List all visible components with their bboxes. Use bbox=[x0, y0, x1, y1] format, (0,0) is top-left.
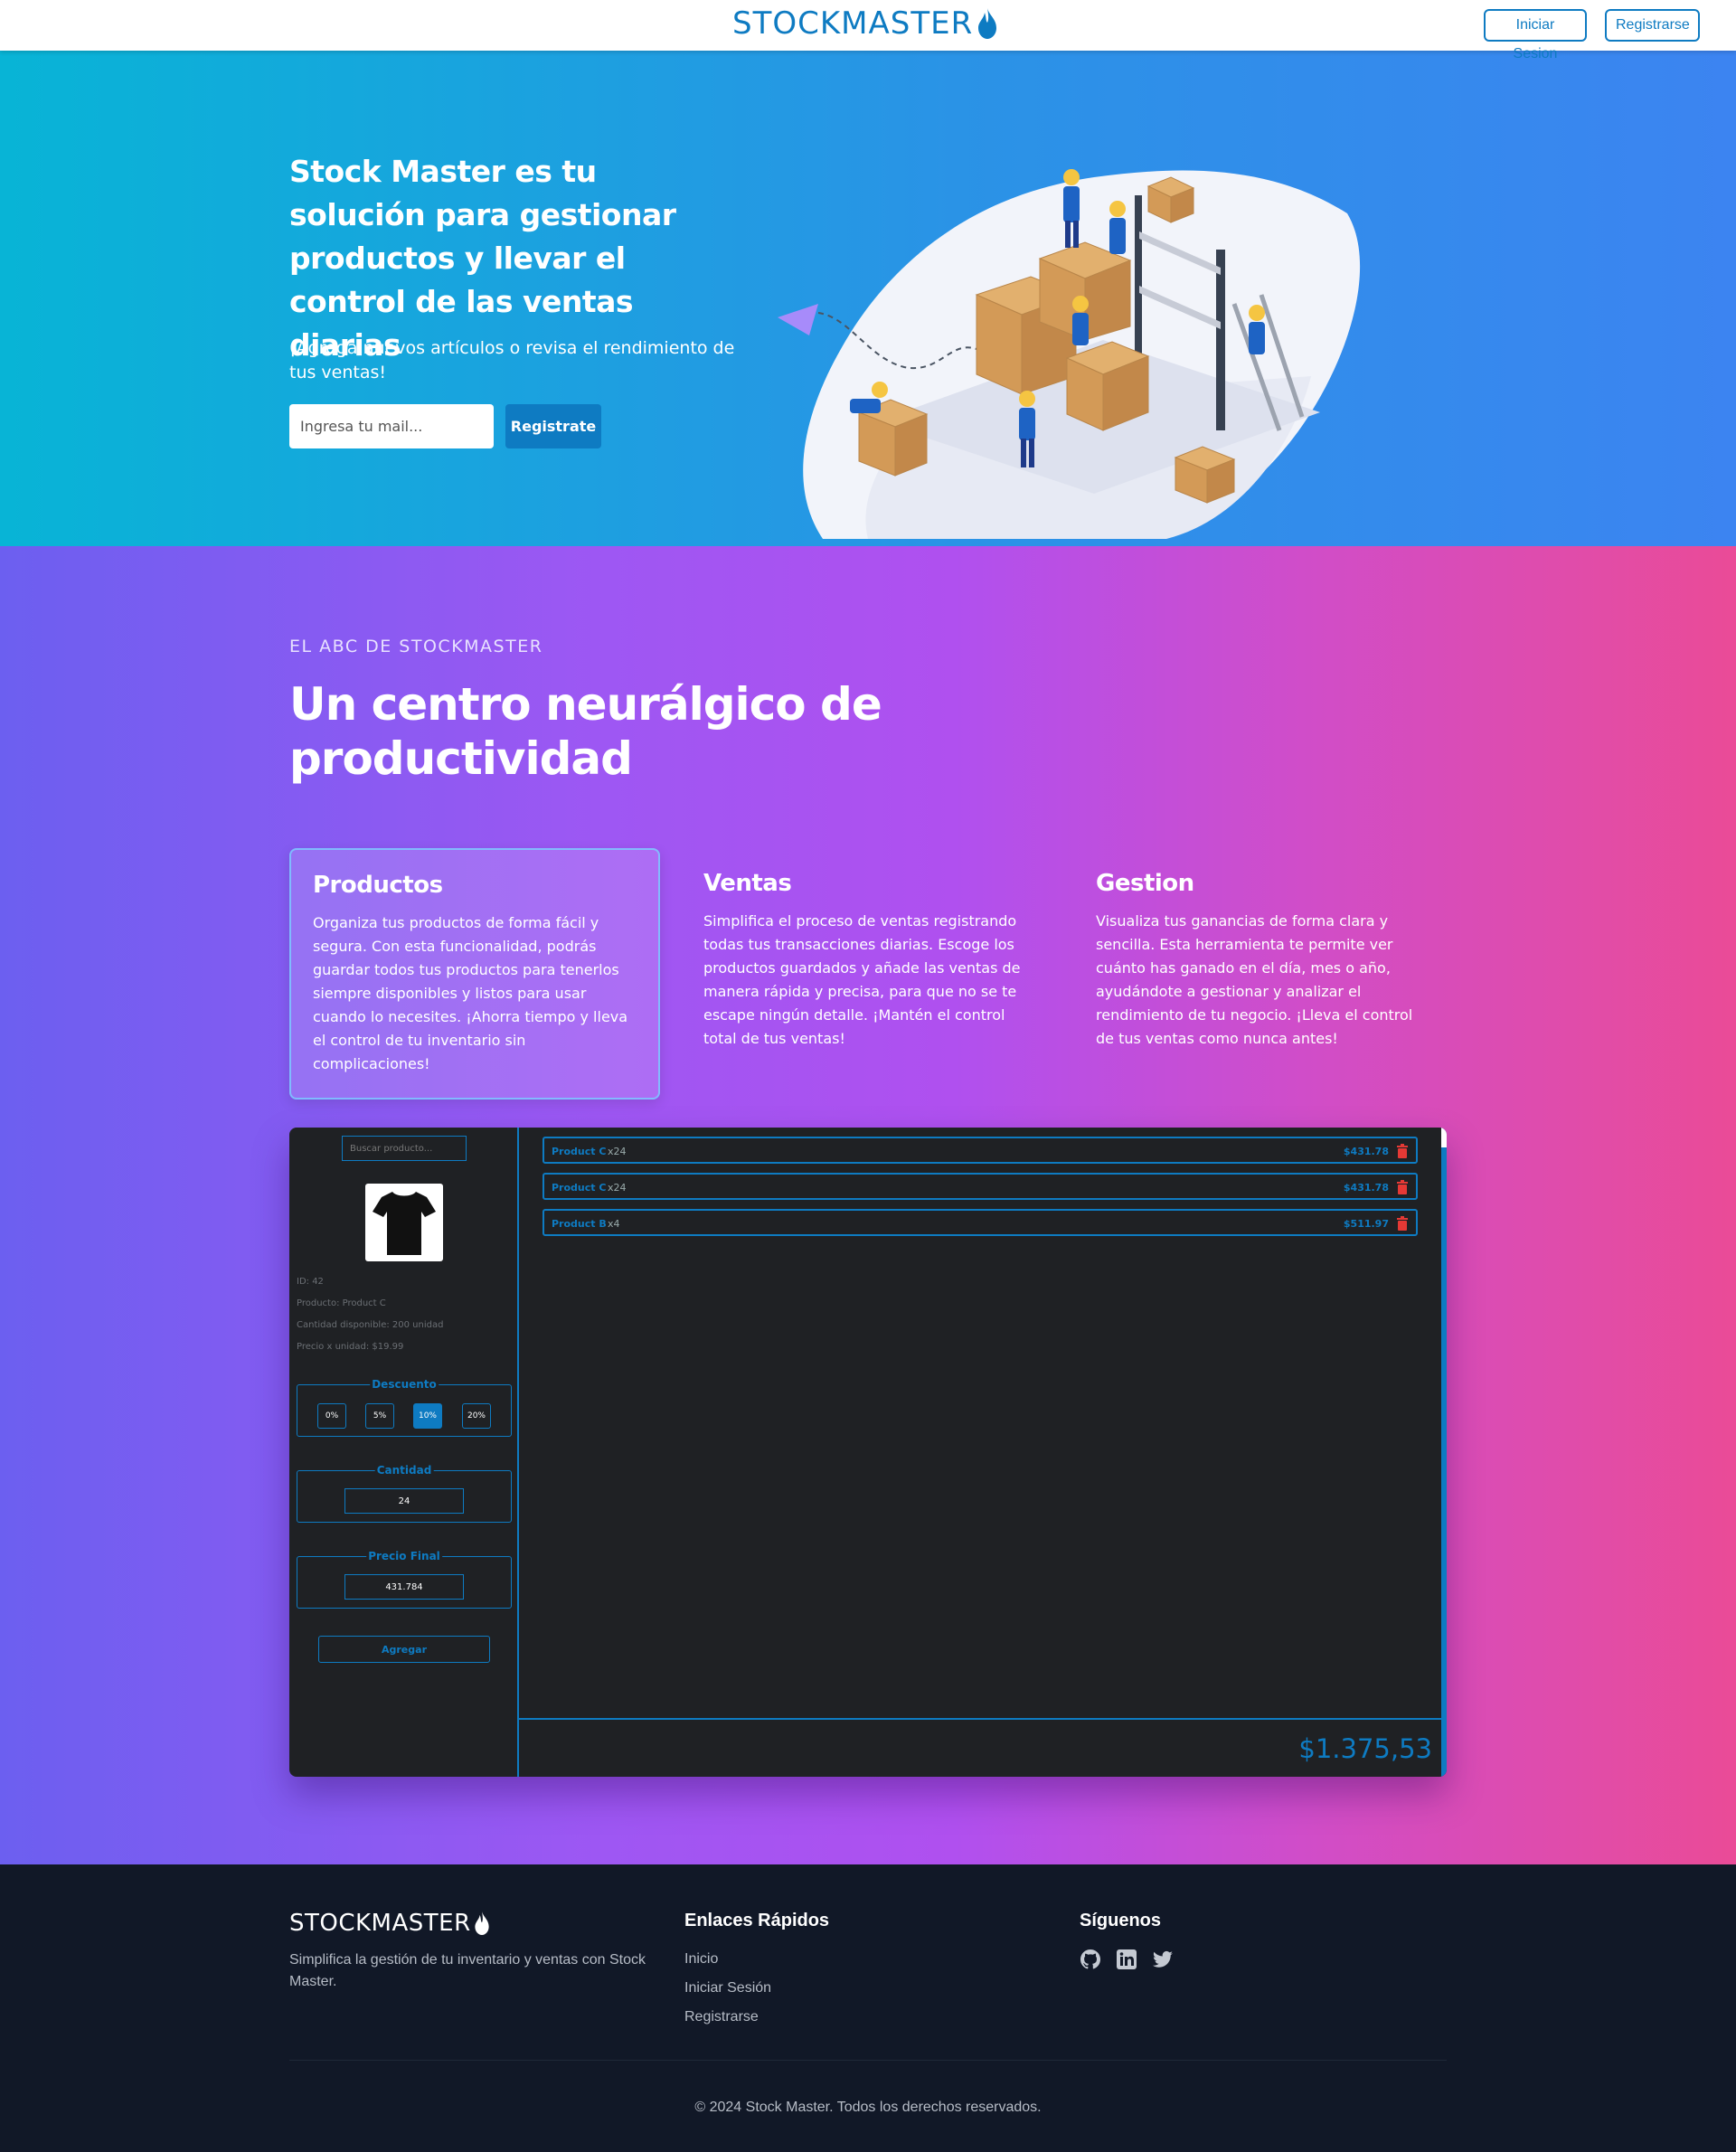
quantity-input[interactable] bbox=[344, 1488, 464, 1514]
cart-item-name: Product B bbox=[552, 1218, 607, 1230]
discount-5-button[interactable]: 5% bbox=[365, 1403, 394, 1429]
footer-copyright: © 2024 Stock Master. Todos los derechos … bbox=[694, 2100, 1042, 2115]
final-price-legend: Precio Final bbox=[366, 1550, 442, 1562]
feature-card-title: Gestion bbox=[1096, 870, 1194, 897]
cart-total-bar: $1.375,53 bbox=[519, 1718, 1441, 1777]
final-price-fieldset: Precio Final bbox=[297, 1550, 512, 1609]
hero-title: Stock Master es tu solución para gestion… bbox=[289, 154, 676, 363]
footer-divider bbox=[289, 2060, 1447, 2061]
linkedin-icon[interactable] bbox=[1116, 1949, 1137, 1970]
feature-card-productos[interactable]: Productos Organiza tus productos de form… bbox=[289, 848, 660, 1100]
features-title: Un centro neurálgico de productividad bbox=[289, 678, 882, 785]
trash-icon[interactable] bbox=[1396, 1144, 1409, 1158]
discount-0-button[interactable]: 0% bbox=[317, 1403, 346, 1429]
github-icon[interactable] bbox=[1080, 1949, 1101, 1970]
cart-item: Product B x4 $511.97 bbox=[542, 1209, 1418, 1236]
product-name: Producto: Product C bbox=[297, 1298, 386, 1308]
feature-card-text: Organiza tus productos de forma fácil y … bbox=[313, 914, 628, 1072]
final-price-input[interactable] bbox=[344, 1574, 464, 1600]
flame-icon bbox=[978, 8, 997, 39]
add-item-button[interactable]: Agregar bbox=[318, 1636, 490, 1663]
discount-20-button[interactable]: 20% bbox=[462, 1403, 491, 1429]
product-unit-price: Precio x unidad: $19.99 bbox=[297, 1342, 404, 1352]
footer-description: Simplifica la gestión de tu inventario y… bbox=[289, 1952, 646, 1989]
cart-item-price: $511.97 bbox=[1343, 1218, 1389, 1230]
app-preview: ID: 42 Producto: Product C Cantidad disp… bbox=[289, 1128, 1447, 1777]
feature-card-title: Ventas bbox=[703, 870, 792, 897]
product-search-input[interactable] bbox=[342, 1136, 467, 1161]
sale-sidebar: ID: 42 Producto: Product C Cantidad disp… bbox=[289, 1128, 519, 1777]
cart-item: Product C x24 $431.78 bbox=[542, 1173, 1418, 1200]
cart-item-price: $431.78 bbox=[1343, 1146, 1389, 1157]
discount-fieldset: Descuento 0% 5% 10% 20% bbox=[297, 1378, 512, 1437]
hero-subtitle: ¡Agrega nuevos artículos o revisa el ren… bbox=[289, 338, 735, 382]
trash-icon[interactable] bbox=[1396, 1180, 1409, 1194]
cart-item-qty: x24 bbox=[608, 1182, 627, 1194]
footer: STOCKMASTER Simplifica la gestión de tu … bbox=[0, 1864, 1736, 2152]
features-eyebrow: EL ABC DE STOCKMASTER bbox=[289, 637, 543, 656]
register-button[interactable]: Registrarse bbox=[1605, 9, 1700, 42]
flame-icon bbox=[475, 1911, 489, 1935]
cart-total: $1.375,53 bbox=[1298, 1733, 1432, 1764]
cart-item-qty: x4 bbox=[608, 1218, 620, 1230]
product-image bbox=[365, 1184, 443, 1261]
footer-links-heading: Enlaces Rápidos bbox=[684, 1911, 830, 1930]
quantity-legend: Cantidad bbox=[374, 1464, 434, 1477]
footer-link-register[interactable]: Registrarse bbox=[684, 2009, 759, 2025]
cart-item-qty: x24 bbox=[608, 1146, 627, 1157]
cart-item-name: Product C bbox=[552, 1182, 607, 1194]
feature-card-text: Simplifica el proceso de ventas registra… bbox=[703, 912, 1021, 1047]
footer-social-heading: Síguenos bbox=[1080, 1911, 1162, 1930]
product-stock: Cantidad disponible: 200 unidad bbox=[297, 1320, 444, 1330]
feature-card-text: Visualiza tus ganancias de forma clara y… bbox=[1096, 912, 1413, 1047]
feature-card-ventas[interactable]: Ventas Simplifica el proceso de ventas r… bbox=[682, 848, 1052, 1100]
discount-legend: Descuento bbox=[370, 1378, 439, 1391]
cart-item-price: $431.78 bbox=[1343, 1182, 1389, 1194]
login-button[interactable]: Iniciar Sesion bbox=[1484, 9, 1587, 61]
cart-item-name: Product C bbox=[552, 1146, 607, 1157]
trash-icon[interactable] bbox=[1396, 1216, 1409, 1231]
navbar: STOCKMASTER Iniciar Sesion Registrarse bbox=[0, 0, 1736, 61]
cart-item: Product C x24 $431.78 bbox=[542, 1137, 1418, 1164]
tshirt-icon bbox=[373, 1192, 436, 1255]
email-input[interactable] bbox=[289, 404, 494, 448]
product-id: ID: 42 bbox=[297, 1277, 324, 1287]
footer-logo[interactable]: STOCKMASTER bbox=[289, 1910, 489, 1937]
logo-text: STOCKMASTER bbox=[732, 5, 974, 42]
logo[interactable]: STOCKMASTER bbox=[732, 5, 997, 42]
footer-link-inicio[interactable]: Inicio bbox=[684, 1951, 718, 1968]
warehouse-illustration bbox=[778, 169, 1361, 539]
hero-register-button[interactable]: Registrate bbox=[505, 404, 601, 448]
feature-card-title: Productos bbox=[313, 872, 443, 899]
twitter-icon[interactable] bbox=[1152, 1949, 1174, 1970]
quantity-fieldset: Cantidad bbox=[297, 1464, 512, 1523]
feature-card-gestion[interactable]: Gestion Visualiza tus ganancias de forma… bbox=[1074, 848, 1445, 1100]
features-section: EL ABC DE STOCKMASTER Un centro neurálgi… bbox=[0, 546, 1736, 1864]
footer-link-login[interactable]: Iniciar Sesión bbox=[684, 1980, 771, 1996]
footer-logo-text: STOCKMASTER bbox=[289, 1910, 471, 1937]
scrollbar[interactable] bbox=[1441, 1128, 1447, 1777]
discount-10-button[interactable]: 10% bbox=[413, 1403, 442, 1429]
hero-section: Stock Master es tu solución para gestion… bbox=[0, 51, 1736, 546]
